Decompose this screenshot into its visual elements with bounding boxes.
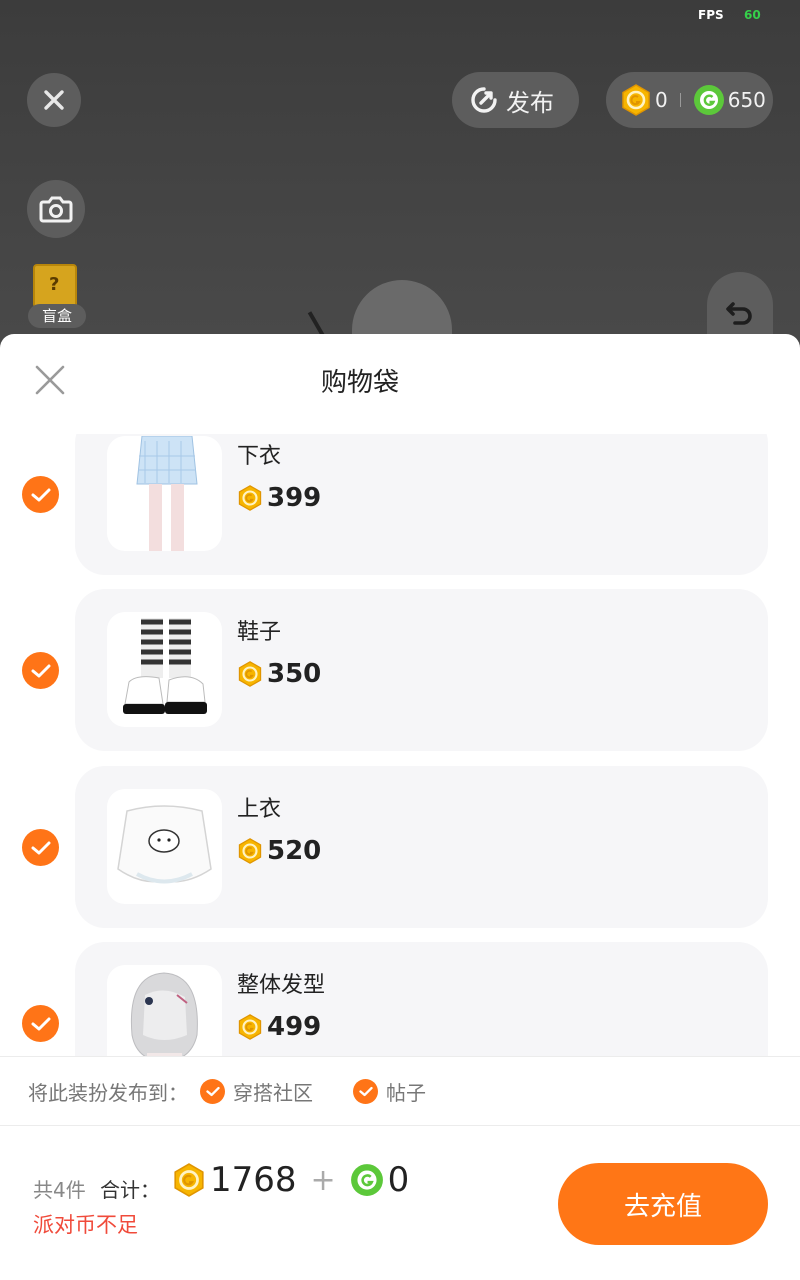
publish-to-label: 将此装扮发布到：: [28, 1080, 188, 1105]
boots-thumbnail: [107, 612, 222, 727]
item-price-value: 520: [267, 836, 322, 866]
gold-coin-icon: [238, 838, 262, 864]
sheet-title: 购物袋: [320, 368, 399, 398]
cart-item[interactable]: 下衣 399: [75, 434, 768, 575]
blindbox-label: 盲盒: [28, 304, 86, 328]
fps-value: 60: [744, 8, 761, 22]
blindbox-button[interactable]: ? 盲盒: [28, 262, 86, 332]
publish-label: 发布: [506, 88, 554, 117]
item-price-value: 499: [267, 1012, 322, 1042]
gold-balance: 0: [655, 88, 668, 112]
hair-thumbnail: [107, 965, 222, 1056]
gold-coin-icon: [238, 1014, 262, 1040]
gold-coin-icon: [238, 485, 262, 511]
item-checkbox[interactable]: [22, 1005, 59, 1042]
cart-item[interactable]: 鞋子 350: [75, 589, 768, 751]
publish-option-label: 穿搭社区: [233, 1080, 313, 1105]
item-name: 下衣: [237, 444, 282, 469]
item-name: 上衣: [237, 797, 282, 822]
gold-coin-icon: [238, 661, 262, 687]
gold-coin-icon: [174, 1163, 204, 1197]
checkmark-icon: [31, 841, 50, 854]
green-balance: 650: [727, 88, 766, 112]
camera-icon: [39, 196, 73, 223]
green-coin-icon: [693, 85, 724, 115]
cart-item[interactable]: 上衣 520: [75, 766, 768, 928]
item-checkbox[interactable]: [22, 476, 59, 513]
scene-close-button[interactable]: [27, 73, 81, 127]
mystery-box-icon: ?: [33, 264, 77, 308]
publish-icon: [471, 87, 497, 113]
currency-balance[interactable]: 0 650: [606, 72, 773, 128]
recharge-button[interactable]: 去充值: [558, 1163, 768, 1245]
publish-option-post[interactable]: 帖子: [353, 1077, 426, 1106]
item-checkbox[interactable]: [22, 829, 59, 866]
plus-sign: +: [310, 1162, 336, 1198]
top-thumbnail: [107, 789, 222, 904]
item-name: 整体发型: [237, 973, 326, 998]
checkbox-checked-icon[interactable]: [353, 1078, 378, 1104]
cart-item-list[interactable]: 下衣 399 鞋子 350 上衣 520 整体发型 499: [0, 434, 800, 1056]
close-icon: [44, 90, 64, 110]
item-count: 共4件: [33, 1178, 86, 1202]
shopping-bag-sheet: 购物袋 下衣 399 鞋子 350 上衣 520 整体发型 499 将此装扮发布…: [0, 334, 800, 1280]
checkmark-icon: [31, 664, 50, 677]
checkbox-checked-icon[interactable]: [200, 1078, 225, 1104]
fps-label: FPS: [698, 8, 724, 22]
item-price: 399: [237, 483, 321, 513]
item-name: 鞋子: [237, 620, 282, 645]
gold-total: 1768: [210, 1160, 297, 1200]
publish-button[interactable]: 发布: [452, 72, 579, 128]
green-coin-icon: [350, 1164, 383, 1196]
item-price: 520: [237, 836, 321, 866]
balance-divider: [679, 93, 681, 107]
undo-icon: [726, 302, 752, 325]
total-amount: 1768 + 0: [172, 1160, 409, 1200]
green-total: 0: [387, 1160, 410, 1200]
cart-item[interactable]: 整体发型 499: [75, 942, 768, 1056]
checkmark-icon: [31, 488, 50, 501]
checkmark-icon: [31, 1017, 50, 1030]
publish-option-community[interactable]: 穿搭社区: [200, 1077, 313, 1106]
publish-to-row: 将此装扮发布到： 穿搭社区 帖子: [0, 1056, 800, 1126]
checkout-footer: 共4件 合计： 1768 + 0 派对币不足 去充值: [0, 1126, 800, 1280]
dressup-scene: FPS 60 发布 0 650 ? 盲盒: [0, 0, 800, 360]
total-label: 合计：: [100, 1178, 160, 1202]
item-price-value: 350: [267, 659, 322, 689]
item-price-value: 399: [267, 483, 322, 513]
insufficient-funds-warning: 派对币不足: [33, 1213, 138, 1237]
publish-option-label: 帖子: [386, 1080, 426, 1105]
camera-button[interactable]: [27, 180, 85, 238]
item-price: 350: [237, 659, 321, 689]
item-price: 499: [237, 1012, 321, 1042]
skirt-thumbnail: [107, 436, 222, 551]
gold-coin-icon: [622, 84, 650, 116]
item-checkbox[interactable]: [22, 652, 59, 689]
